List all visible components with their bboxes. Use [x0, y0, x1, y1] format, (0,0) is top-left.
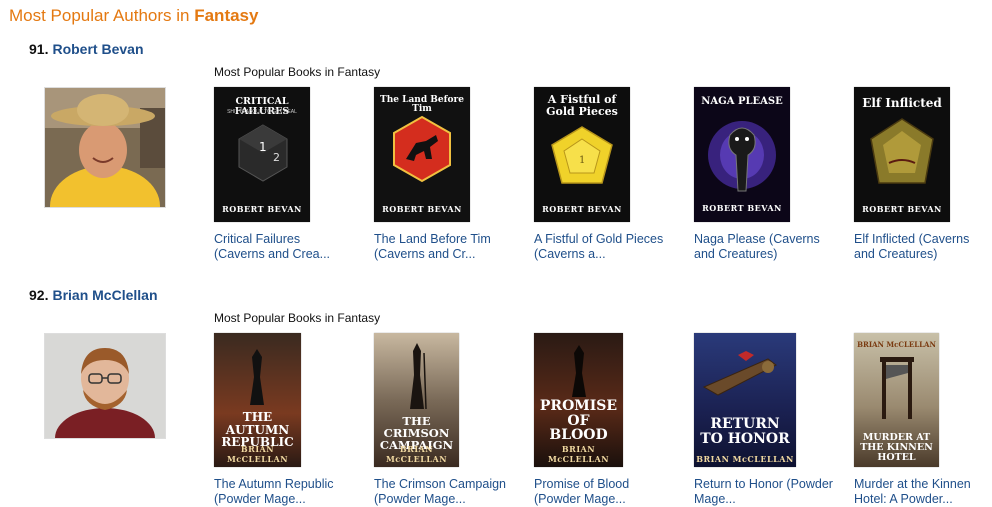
svg-text:1: 1 — [259, 140, 267, 154]
book-cover[interactable]: Elf Inflicted ROBERT BEVAN — [854, 87, 950, 222]
cover-author: BRIAN McCLELLAN — [696, 454, 794, 464]
book-title-line: The Autumn Republic — [214, 477, 334, 491]
book-title-line: Elf Inflicted (Caverns — [854, 232, 970, 246]
book-item[interactable]: A Fistful of Gold Pieces 1 ROBERT BEVAN … — [534, 87, 674, 262]
book-title-line: and Creatures) — [854, 247, 938, 261]
author-name-link[interactable]: Robert Bevan — [52, 41, 143, 57]
book-title-link[interactable]: Return to Honor (Powder Mage... — [694, 477, 834, 507]
cover-subtitle: SHIT IS ABOUT TO GET REAL — [227, 109, 297, 115]
book-cover[interactable]: THE AUTUMN REPUBLIC BRIAN McCLELLAN — [214, 333, 301, 467]
page-heading-prefix: Most Popular Authors in — [9, 6, 195, 25]
author-photo[interactable] — [44, 333, 166, 439]
book-item[interactable]: The Land Before Tim ROBERT BEVAN The Lan… — [374, 87, 514, 262]
cover-title: The Land Before Tim — [380, 95, 464, 115]
book-title-line: (Powder Mage... — [374, 492, 466, 506]
page-heading-genre: Fantasy — [194, 6, 259, 25]
book-title-line: (Powder Mage... — [534, 492, 626, 506]
book-title-link[interactable]: The Autumn Republic (Powder Mage... — [214, 477, 354, 507]
book-item[interactable]: CRITICAL FAILURES SHIT IS ABOUT TO GET R… — [214, 87, 354, 262]
book-cover[interactable]: BRIAN McCLELLAN MURDER AT THE KINNEN HOT… — [854, 333, 939, 467]
cover-title: NAGA PLEASE — [701, 96, 783, 107]
book-title-line: Critical Failures — [214, 232, 301, 246]
book-title-link[interactable]: Naga Please (Caverns and Creatures) — [694, 232, 834, 262]
book-cover[interactable]: PROMISE OF BLOOD BRIAN McCLELLAN — [534, 333, 623, 467]
book-item[interactable]: RETURN TO HONOR BRIAN McCLELLAN Return t… — [694, 333, 834, 507]
book-title-line: Hotel: A Powder... — [854, 492, 953, 506]
author-rank: 92. — [29, 287, 49, 303]
cover-author: ROBERT BEVAN — [702, 203, 782, 213]
book-cover[interactable]: CRITICAL FAILURES SHIT IS ABOUT TO GET R… — [214, 87, 310, 222]
cover-title: A Fistful of Gold Pieces — [546, 93, 618, 118]
cover-author: ROBERT BEVAN — [862, 204, 942, 214]
book-title-line: Return to Honor (Powder — [694, 477, 833, 491]
book-title-line: (Caverns and Crea... — [214, 247, 331, 261]
book-title-line: Murder at the Kinnen — [854, 477, 971, 491]
book-title-line: (Powder Mage... — [214, 492, 306, 506]
book-title-link[interactable]: Elf Inflicted (Caverns and Creatures) — [854, 232, 992, 262]
author-photo[interactable] — [44, 87, 166, 208]
section-label: Most Popular Books in Fantasy — [214, 65, 381, 79]
book-cover[interactable]: NAGA PLEASE ROBERT BEVAN — [694, 87, 790, 222]
cover-author: BRIAN McCLELLAN — [385, 444, 448, 464]
cover-author: BRIAN McCLELLAN — [547, 444, 610, 464]
book-title-line: Mage... — [694, 492, 736, 506]
book-title-line: and Creatures) — [694, 247, 778, 261]
book-title-link[interactable]: Murder at the Kinnen Hotel: A Powder... — [854, 477, 992, 507]
author-name-link[interactable]: Brian McClellan — [52, 287, 157, 303]
book-title-link[interactable]: A Fistful of Gold Pieces (Caverns a... — [534, 232, 674, 262]
book-title-line: The Crimson Campaign — [374, 477, 506, 491]
book-cover[interactable]: RETURN TO HONOR BRIAN McCLELLAN — [694, 333, 796, 467]
book-title-link[interactable]: Critical Failures (Caverns and Crea... — [214, 232, 354, 262]
cover-author: ROBERT BEVAN — [382, 204, 462, 214]
cover-author: BRIAN McCLELLAN — [226, 444, 289, 464]
book-title-line: Promise of Blood — [534, 477, 630, 491]
book-title-line: A Fistful of Gold Pieces — [534, 232, 664, 246]
cover-author-top: BRIAN McCLELLAN — [857, 340, 936, 349]
book-item[interactable]: PROMISE OF BLOOD BRIAN McCLELLAN Promise… — [534, 333, 674, 507]
book-item[interactable]: THE CRIMSON CAMPAIGN BRIAN McCLELLAN The… — [374, 333, 514, 507]
book-cover[interactable]: THE CRIMSON CAMPAIGN BRIAN McCLELLAN — [374, 333, 459, 467]
page-heading: Most Popular Authors in Fantasy — [9, 6, 258, 26]
cover-title: RETURN TO HONOR — [700, 416, 790, 447]
book-title-line: (Caverns a... — [534, 247, 606, 261]
book-title-line: Naga Please (Caverns — [694, 232, 820, 246]
author-heading: 91. Robert Bevan — [29, 41, 144, 57]
book-item[interactable]: BRIAN McCLELLAN MURDER AT THE KINNEN HOT… — [854, 333, 992, 507]
book-title-link[interactable]: Promise of Blood (Powder Mage... — [534, 477, 674, 507]
cover-title: Elf Inflicted — [862, 96, 942, 110]
book-item[interactable]: THE AUTUMN REPUBLIC BRIAN McCLELLAN The … — [214, 333, 354, 507]
section-label: Most Popular Books in Fantasy — [214, 311, 381, 325]
cover-author: ROBERT BEVAN — [542, 204, 622, 214]
svg-text:1: 1 — [579, 155, 585, 166]
cover-title: PROMISE OF BLOOD — [539, 398, 618, 444]
book-item[interactable]: NAGA PLEASE ROBERT BEVAN Naga Please (Ca… — [694, 87, 834, 262]
book-cover[interactable]: A Fistful of Gold Pieces 1 ROBERT BEVAN — [534, 87, 630, 222]
svg-text:2: 2 — [273, 151, 280, 164]
book-title-link[interactable]: The Crimson Campaign (Powder Mage... — [374, 477, 514, 507]
book-item[interactable]: Elf Inflicted ROBERT BEVAN Elf Inflicted… — [854, 87, 992, 262]
book-title-line: The Land Before Tim — [374, 232, 491, 246]
author-heading: 92. Brian McClellan — [29, 287, 158, 303]
book-title-line: (Caverns and Cr... — [374, 247, 476, 261]
author-rank: 91. — [29, 41, 49, 57]
book-title-link[interactable]: The Land Before Tim (Caverns and Cr... — [374, 232, 514, 262]
cover-title: MURDER AT THE KINNEN HOTEL — [860, 432, 933, 463]
book-cover[interactable]: The Land Before Tim ROBERT BEVAN — [374, 87, 470, 222]
cover-author: ROBERT BEVAN — [222, 204, 302, 214]
